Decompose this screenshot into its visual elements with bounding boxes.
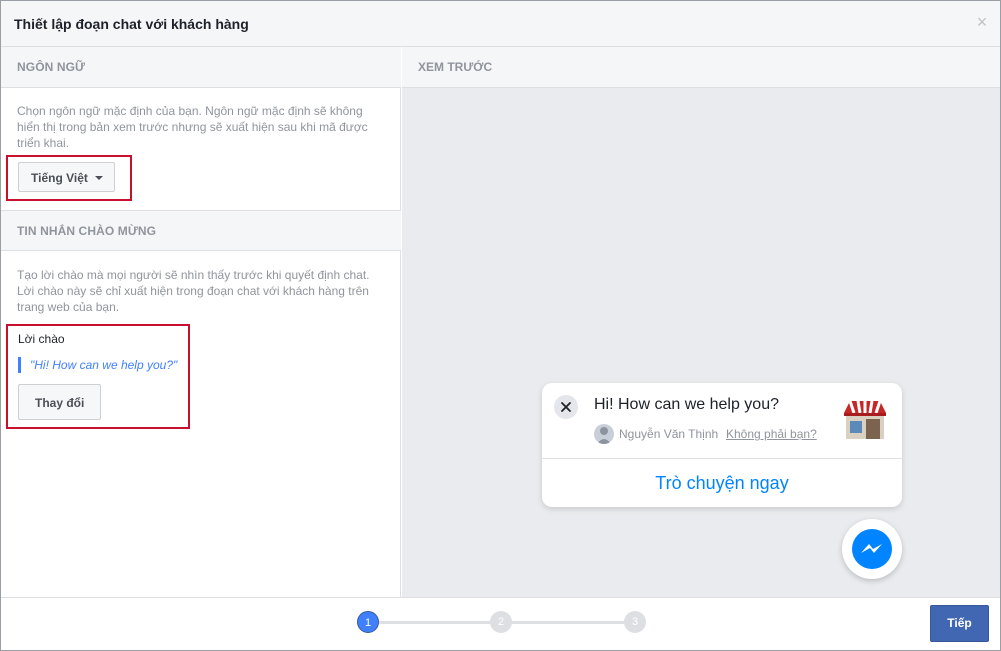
chat-greeting-card: Hi! How can we help you? Nguyễn Văn Thịn… <box>542 383 902 507</box>
greeting-label: Lời chào <box>18 332 65 346</box>
change-greeting-button[interactable]: Thay đổi <box>18 384 101 420</box>
change-button-label: Thay đổi <box>35 396 85 410</box>
step-connector <box>379 621 491 624</box>
preview-greeting: Hi! How can we help you? <box>594 396 779 413</box>
preview-section-header: XEM TRƯỚC <box>402 47 1000 88</box>
user-name: Nguyễn Văn Thịnh <box>619 427 719 441</box>
language-description: Chọn ngôn ngữ mặc định của bạn. Ngôn ngữ… <box>17 104 368 150</box>
not-you-link[interactable]: Không phải bạn? <box>726 427 817 441</box>
close-icon[interactable] <box>554 395 578 419</box>
preview-panel: XEM TRƯỚC Hi! How can we help you? Nguyễ… <box>402 47 1000 597</box>
avatar <box>594 424 614 444</box>
dialog-header: Thiết lập đoạn chat với khách hàng × <box>1 1 1000 47</box>
close-icon[interactable]: × <box>974 13 990 31</box>
welcome-heading: TIN NHẮN CHÀO MỪNG <box>17 224 157 238</box>
step-connector <box>511 621 625 624</box>
next-button[interactable]: Tiếp <box>930 605 989 642</box>
language-heading: NGÔN NGỮ <box>17 60 86 74</box>
language-dropdown[interactable]: Tiếng Việt <box>18 162 115 192</box>
preview-heading: XEM TRƯỚC <box>418 60 493 74</box>
welcome-description: Tạo lời chào mà mọi người sẽ nhìn thấy t… <box>17 268 370 314</box>
welcome-section-header: TIN NHẮN CHÀO MỪNG <box>1 210 401 251</box>
language-selected-label: Tiếng Việt <box>31 171 88 185</box>
shop-icon <box>842 397 888 444</box>
step-3: 3 <box>624 611 646 633</box>
dialog-footer: 1 2 3 Tiếp <box>1 597 1000 650</box>
greeting-quote: "Hi! How can we help you?" <box>18 357 177 373</box>
language-section-header: NGÔN NGỮ <box>1 47 401 88</box>
dialog-title: Thiết lập đoạn chat với khách hàng <box>14 16 249 32</box>
chat-setup-dialog: Thiết lập đoạn chat với khách hàng × NGÔ… <box>0 0 1001 651</box>
messenger-icon[interactable] <box>842 519 902 579</box>
step-2: 2 <box>490 611 512 633</box>
chat-now-button[interactable]: Trò chuyện ngay <box>542 459 902 507</box>
caret-down-icon <box>95 176 103 180</box>
step-1: 1 <box>357 611 379 633</box>
settings-panel: NGÔN NGỮ Chọn ngôn ngữ mặc định của bạn.… <box>1 47 401 597</box>
